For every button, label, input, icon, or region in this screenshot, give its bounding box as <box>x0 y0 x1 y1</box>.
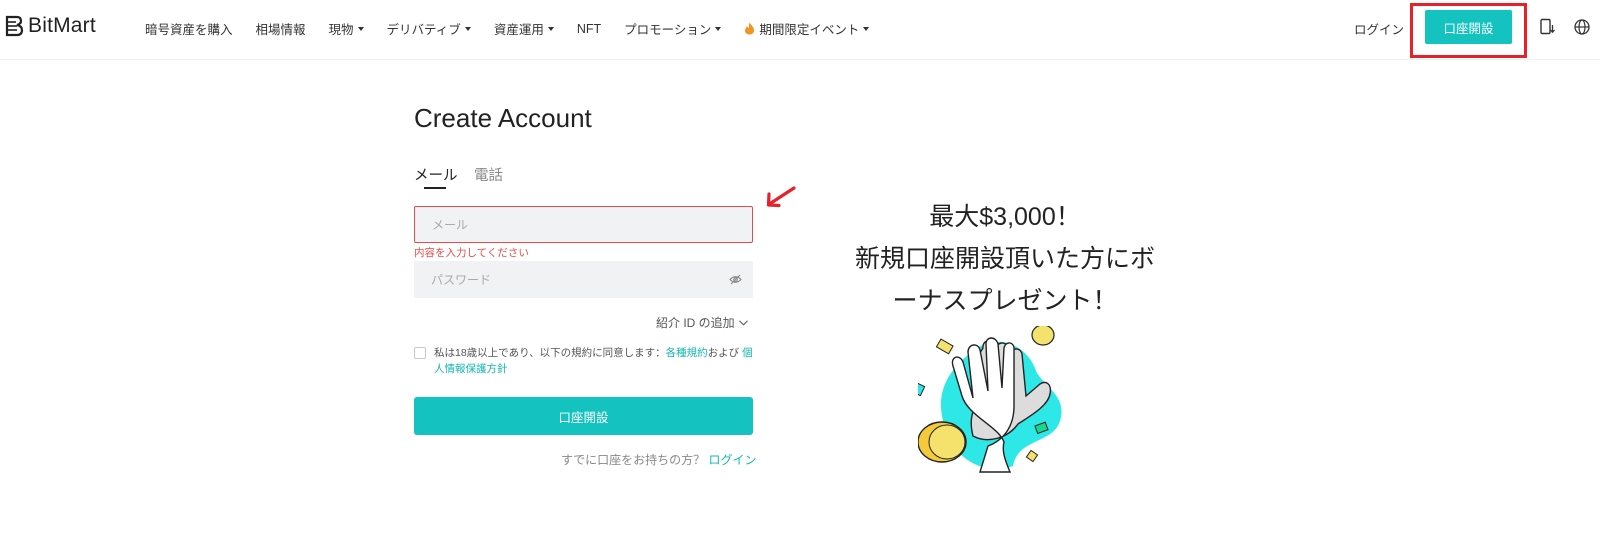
caret-down-icon <box>464 27 471 31</box>
nav-label: 期間限定イベント <box>759 23 860 37</box>
terms-checkbox[interactable] <box>414 347 426 359</box>
login-link[interactable]: ログイン <box>708 453 756 467</box>
nav-limited-events[interactable]: 期間限定イベント <box>744 19 870 38</box>
email-error-message: 内容を入力してください <box>414 247 529 259</box>
terms-text: 私は18歳以上であり、以下の規約に同意します：各種規約および 個人情報保護方針 <box>434 345 756 377</box>
flame-icon <box>745 22 755 35</box>
eye-hidden-icon[interactable] <box>729 273 742 286</box>
have-account-text: すでに口座をお持ちの方？ <box>561 453 706 467</box>
header-signup-button[interactable]: 口座開設 <box>1425 10 1512 44</box>
top-navbar: BitMart 暗号資産を購入 相場情報 現物 デリバティブ 資産運用 NFT … <box>0 0 1600 60</box>
chevron-down-icon <box>738 319 748 326</box>
nav-promotions[interactable]: プロモーション <box>624 19 722 38</box>
globe-icon[interactable] <box>1573 18 1591 36</box>
password-placeholder: パスワード <box>431 273 492 287</box>
nav-label: 暗号資産を購入 <box>145 23 233 37</box>
bitmart-logo-icon <box>5 15 24 37</box>
password-input[interactable]: パスワード <box>414 261 753 298</box>
nav-label: 相場情報 <box>255 23 306 37</box>
nav-earn[interactable]: 資産運用 <box>494 19 554 38</box>
high-five-illustration <box>918 326 1062 473</box>
referral-label: 紹介 ID の追加 <box>656 316 735 330</box>
brand-name: BitMart <box>28 14 96 37</box>
terms-and: および <box>707 347 740 359</box>
terms-link[interactable]: 各種規約 <box>666 347 708 359</box>
bonus-promo-text: 最大$3,000！ 新規口座開設頂いた方にボ ーナスプレゼント！ <box>835 196 1175 322</box>
add-referral-id-toggle[interactable]: 紹介 ID の追加 <box>656 314 748 331</box>
tab-email[interactable]: メール <box>414 164 458 185</box>
tab-phone[interactable]: 電話 <box>474 164 503 185</box>
nav-label: デリバティブ <box>386 23 461 37</box>
login-prompt: すでに口座をお持ちの方？ ログイン <box>561 451 756 468</box>
nav-markets[interactable]: 相場情報 <box>256 19 306 38</box>
email-placeholder: メール <box>432 218 469 232</box>
nav-buy-crypto[interactable]: 暗号資産を購入 <box>145 19 233 38</box>
caret-down-icon <box>715 27 722 31</box>
active-tab-indicator <box>424 187 446 189</box>
page-title: Create Account <box>414 103 592 133</box>
nav-label: プロモーション <box>624 23 712 37</box>
nav-label: 資産運用 <box>493 23 544 37</box>
caret-down-icon <box>357 27 364 31</box>
download-app-icon[interactable] <box>1538 18 1556 36</box>
caret-down-icon <box>547 27 554 31</box>
promo-line: 最大$3,000！ <box>929 203 1081 231</box>
annotation-arrow-icon <box>766 186 796 208</box>
email-input[interactable]: メール <box>414 206 753 243</box>
main-nav: 暗号資産を購入 相場情報 現物 デリバティブ 資産運用 NFT プロモーション … <box>145 19 870 38</box>
nav-nft[interactable]: NFT <box>577 19 601 38</box>
header-login-link[interactable]: ログイン <box>1354 19 1404 38</box>
nav-label: 現物 <box>328 23 354 37</box>
caret-down-icon <box>863 27 870 31</box>
create-account-button[interactable]: 口座開設 <box>414 397 753 435</box>
promo-line: ーナスプレゼント！ <box>892 287 1118 315</box>
promo-line: 新規口座開設頂いた方にボ <box>854 245 1155 273</box>
nav-spot[interactable]: 現物 <box>329 19 364 38</box>
nav-label: NFT <box>576 21 602 36</box>
brand-logo[interactable]: BitMart <box>4 14 96 38</box>
nav-derivatives[interactable]: デリバティブ <box>387 19 471 38</box>
terms-prefix: 私は18歳以上であり、以下の規約に同意します： <box>434 347 666 359</box>
